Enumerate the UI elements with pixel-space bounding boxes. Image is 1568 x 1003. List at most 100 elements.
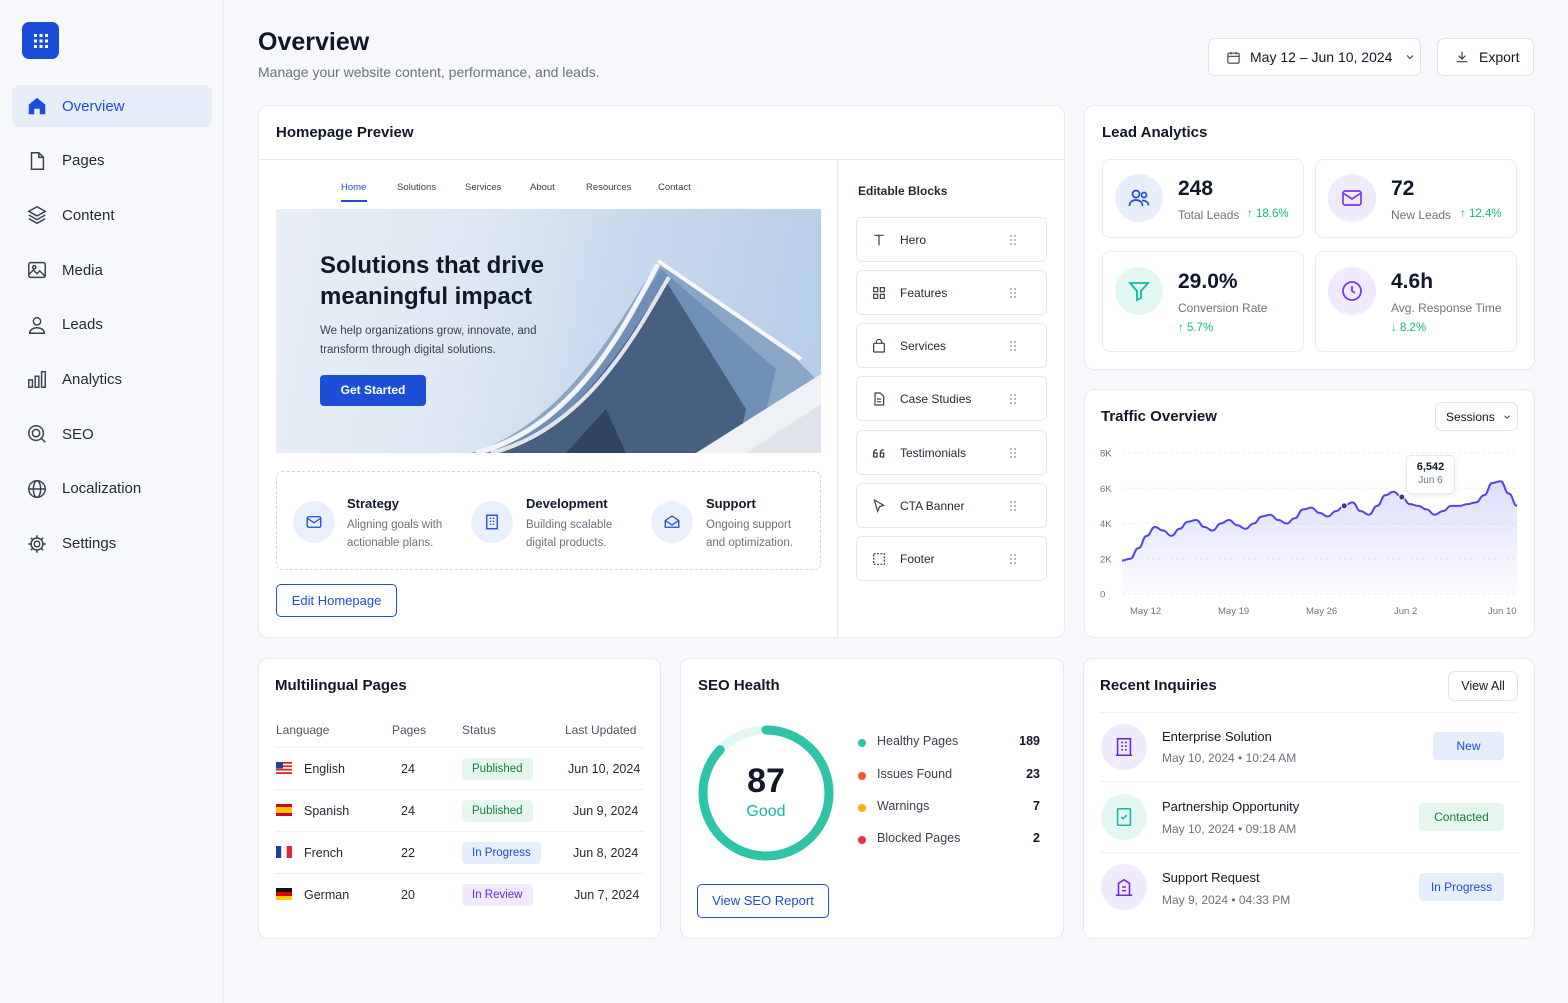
sidebar-item-label: Analytics <box>62 370 123 388</box>
editable-blocks-title: Editable Blocks <box>858 184 948 198</box>
get-started-button[interactable]: Get Started <box>320 375 426 406</box>
data-point[interactable] <box>1398 493 1406 501</box>
active-tab-underline <box>341 200 367 202</box>
block-hero[interactable]: Hero <box>856 217 1047 262</box>
drag-handle-icon[interactable] <box>1009 234 1017 246</box>
sidebar-item-pages[interactable]: Pages <box>12 140 212 182</box>
stat-value: 29.0% <box>1178 270 1238 293</box>
inquiry-icon-wrap <box>1101 794 1147 840</box>
drag-handle-icon[interactable] <box>1009 393 1017 405</box>
block-case-studies[interactable]: Case Studies <box>856 376 1047 421</box>
legend-dot <box>858 772 866 780</box>
drag-handle-icon[interactable] <box>1009 340 1017 352</box>
y-tick-label: 0 <box>1100 590 1105 601</box>
feature-title: Support <box>706 496 756 511</box>
metric-select-label: Sessions <box>1446 409 1495 424</box>
legend-dot <box>858 739 866 747</box>
language-cell: English <box>304 762 345 776</box>
view-seo-report-button[interactable]: View SEO Report <box>697 884 829 918</box>
y-tick-label: 4K <box>1100 519 1112 530</box>
status-badge: In Progress <box>462 842 541 864</box>
stat-delta-value: 8.2% <box>1399 322 1427 334</box>
inquiry-icon-wrap <box>1101 864 1147 910</box>
stat-delta-value: 5.7% <box>1186 322 1214 334</box>
divider <box>275 873 644 874</box>
export-button[interactable]: Export <box>1437 38 1534 76</box>
stat-delta: ↑ 12.4% <box>1460 208 1502 220</box>
pages-cell: 22 <box>401 846 415 860</box>
app-logo[interactable] <box>22 22 59 59</box>
date-range-label: May 12 – Jun 10, 2024 <box>1250 49 1393 65</box>
hero-text-line: transform through digital solutions. <box>320 344 496 356</box>
stat-label: Total Leads <box>1178 208 1240 222</box>
legend-dot <box>858 836 866 844</box>
hero-text: We help organizations grow, innovate, an… <box>320 322 537 360</box>
sidebar-item-analytics[interactable]: Analytics <box>12 358 212 400</box>
preview-nav-solutions[interactable]: Solutions <box>397 182 436 193</box>
block-testimonials[interactable]: Testimonials <box>856 430 1047 475</box>
chevron-down-icon <box>1503 414 1510 419</box>
block-features[interactable]: Features <box>856 270 1047 315</box>
stat-label: Conversion Rate <box>1178 301 1268 315</box>
sidebar-item-label: Content <box>62 206 115 224</box>
bar-chart-icon <box>28 371 46 389</box>
document-icon <box>874 391 885 406</box>
sidebar-item-content[interactable]: Content <box>12 194 212 236</box>
traffic-overview-title: Traffic Overview <box>1101 408 1217 425</box>
stat-icon-wrap <box>1328 174 1376 222</box>
sidebar-item-label: Media <box>62 261 103 279</box>
es-flag-icon <box>276 804 292 816</box>
block-footer[interactable]: Footer <box>856 536 1047 581</box>
drag-handle-icon[interactable] <box>1009 287 1017 299</box>
chart-tooltip: 6,542 Jun 6 <box>1406 455 1455 494</box>
drag-handle-icon[interactable] <box>1009 553 1017 565</box>
seo-health-title: SEO Health <box>698 677 780 694</box>
inquiry-time: 09:18 AM <box>1245 822 1297 836</box>
divider <box>258 159 1065 160</box>
preview-nav-contact[interactable]: Contact <box>658 182 691 193</box>
seo-legend-item: Warnings <box>858 799 929 813</box>
sidebar-item-settings[interactable]: Settings <box>12 523 212 565</box>
edit-homepage-button[interactable]: Edit Homepage <box>276 584 397 617</box>
legend-label: Issues Found <box>877 767 953 781</box>
sidebar-item-media[interactable]: Media <box>12 249 212 291</box>
sidebar-item-overview[interactable]: Overview <box>12 85 212 127</box>
sidebar-item-localization[interactable]: Localization <box>12 468 212 510</box>
block-label: Features <box>900 285 948 300</box>
sidebar-item-leads[interactable]: Leads <box>12 304 212 346</box>
stat-delta: ↑ 18.6% <box>1247 208 1289 220</box>
language-cell: French <box>304 846 343 860</box>
drag-handle-icon[interactable] <box>1009 500 1017 512</box>
status-badge: Published <box>462 758 533 780</box>
stat-delta: ↓ 8.2% <box>1391 322 1427 334</box>
homepage-preview-title: Homepage Preview <box>276 124 414 141</box>
inquiry-meta: May 10, 2024 • 09:18 AM <box>1162 822 1297 836</box>
block-cta-banner[interactable]: CTA Banner <box>856 483 1047 528</box>
data-point[interactable] <box>1340 502 1348 510</box>
feature-title: Strategy <box>347 496 400 511</box>
status-badge: Contacted <box>1419 803 1504 831</box>
preview-nav-services[interactable]: Services <box>465 182 501 193</box>
preview-nav-resources[interactable]: Resources <box>586 182 631 193</box>
metric-select[interactable]: Sessions <box>1435 402 1518 431</box>
divider <box>1100 781 1518 782</box>
block-services[interactable]: Services <box>856 323 1047 368</box>
sidebar-item-label: Localization <box>62 480 142 498</box>
drag-handle-icon[interactable] <box>1009 447 1017 459</box>
inquiry-title: Partnership Opportunity <box>1162 799 1300 814</box>
stat-icon-wrap <box>1115 267 1163 315</box>
date-range-picker[interactable]: May 12 – Jun 10, 2024 <box>1208 38 1421 76</box>
handshake-doc-icon <box>1116 807 1132 827</box>
sidebar-item-seo[interactable]: SEO <box>12 413 212 455</box>
seo-legend-item: Issues Found <box>858 767 953 781</box>
preview-nav-about[interactable]: About <box>530 182 555 193</box>
updated-cell: Jun 9, 2024 <box>573 804 639 818</box>
view-all-button[interactable]: View All <box>1448 671 1518 701</box>
frame-icon <box>873 552 885 565</box>
inquiry-date: May 10, 2024 <box>1162 822 1235 836</box>
stat-delta: ↑ 5.7% <box>1178 322 1214 334</box>
image-icon <box>28 261 46 279</box>
preview-nav-home[interactable]: Home <box>341 182 366 193</box>
multilingual-title: Multilingual Pages <box>275 677 407 694</box>
sidebar-item-label: Overview <box>62 97 125 115</box>
